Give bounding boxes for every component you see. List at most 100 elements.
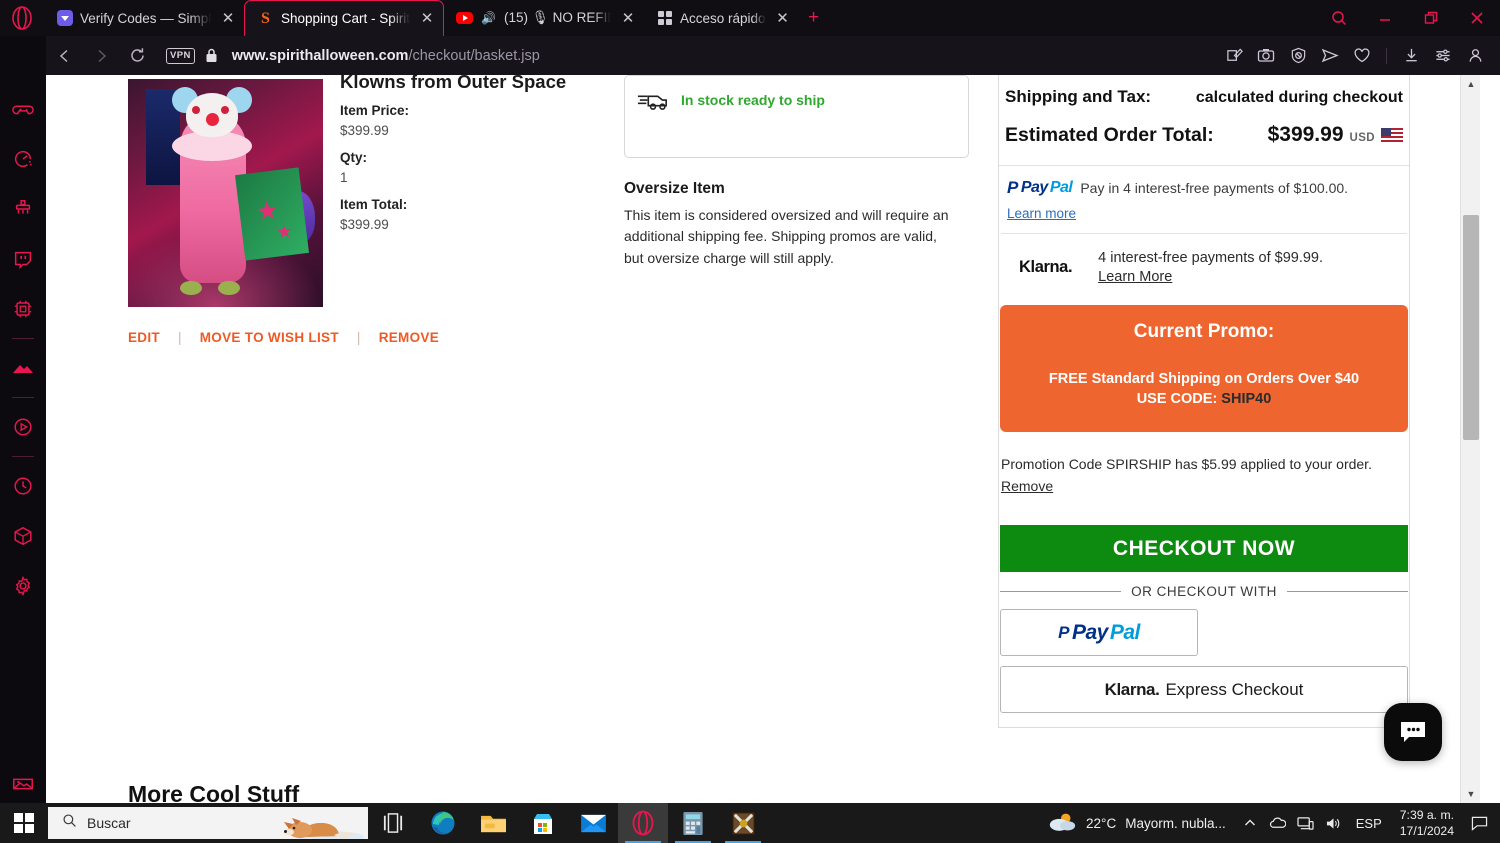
totals-block: Shipping and Tax: calculated during chec… [999,75,1409,165]
checkout-now-button[interactable]: CHECKOUT NOW [1000,525,1408,573]
microsoft-edge-icon[interactable] [418,803,468,843]
mail-icon[interactable] [568,803,618,843]
close-icon[interactable] [1454,1,1500,35]
adblock-shield-icon[interactable] [1283,41,1313,71]
chevron-up-icon[interactable] [1236,803,1264,843]
onedrive-icon[interactable] [1264,803,1292,843]
klarna-banner[interactable]: Klarna. 4 interest-free payments of $99.… [1001,233,1407,301]
qty-label: Qty: [340,150,367,165]
new-tab-button[interactable]: + [799,3,829,33]
windows-taskbar: Buscar 22°C Mayorm. nubla... ESP 7:39 a.… [0,803,1500,843]
network-icon[interactable] [1292,803,1320,843]
microsoft-store-icon[interactable] [518,803,568,843]
tab-strip: Verify Codes — SimplyCodes ✕ S Shopping … [0,0,1500,36]
url-text[interactable]: www.spirithalloween.com/checkout/basket.… [232,48,540,64]
player-icon[interactable] [0,402,46,452]
reload-icon[interactable] [120,41,154,71]
estimated-total-value-group: $399.99 USD [1268,123,1403,147]
page-scrollbar[interactable]: ▲ ▼ [1460,75,1480,803]
broom-icon[interactable] [0,184,46,234]
tab-youtube[interactable]: 🔊 (15) 🎙 NO REFINES EN ✕ [444,1,644,35]
move-to-wish-list-link[interactable]: MOVE TO WISH LIST [200,330,339,345]
paypal-paylater-banner[interactable]: P Pay Pal Pay in 4 interest-free payments … [999,165,1409,233]
klarna-logo-icon: Klarna. [1104,679,1160,699]
tab-close-icon[interactable]: ✕ [618,8,638,28]
easy-setup-icon[interactable] [1428,41,1458,71]
volume-icon[interactable] [1320,803,1348,843]
send-icon[interactable] [1315,41,1345,71]
remove-link[interactable]: REMOVE [379,330,439,345]
tab-audio-icon[interactable]: 🔊 [480,10,497,27]
search-icon[interactable] [1316,1,1362,35]
remove-promo-link[interactable]: Remove [1001,476,1407,498]
product-title[interactable]: Klowns from Outer Space [340,75,660,93]
task-view-icon[interactable] [368,803,418,843]
weather-widget[interactable]: 22°C Mayorm. nubla... [1037,811,1236,836]
tab-close-icon[interactable]: ✕ [773,8,793,28]
gx-corner-icon[interactable] [0,343,46,393]
klarna-express-label: Express Checkout [1165,679,1304,699]
camera-icon[interactable] [1251,41,1281,71]
chat-bubble-icon[interactable] [1384,703,1442,761]
scrollbar-thumb[interactable] [1463,215,1479,440]
game-icon[interactable] [718,803,768,843]
system-tray: 22°C Mayorm. nubla... ESP 7:39 a. m. 17/… [1037,803,1500,843]
klarna-learn-more-link[interactable]: Learn More [1098,269,1323,285]
image-gallery-icon[interactable] [0,759,46,809]
vpn-badge[interactable]: VPN [166,47,195,64]
tab-title: (15) 🎙 NO REFINES EN [504,10,611,25]
twitch-icon[interactable] [0,234,46,284]
tab-acceso-rapido[interactable]: Acceso rápido ✕ [644,1,799,35]
calculator-icon[interactable] [668,803,718,843]
shipping-truck-icon [637,90,669,117]
paypal-logo-icon: P Pay Pal [1007,178,1073,197]
stock-status-box: In stock ready to ship [624,75,969,158]
currency-code: USD [1349,132,1375,144]
windows-start-icon[interactable] [0,803,48,843]
minimize-icon[interactable] [1362,1,1408,35]
cpu-limiter-icon[interactable] [0,284,46,334]
language-indicator[interactable]: ESP [1348,816,1390,831]
clock-date: 17/1/2024 [1399,824,1454,838]
search-icon [62,813,77,833]
spirit-halloween-icon: S [261,9,270,27]
download-icon[interactable] [1396,41,1426,71]
opera-gx-icon[interactable] [618,803,668,843]
browser-sidebar: ••• [0,36,46,843]
taskbar-clock[interactable]: 7:39 a. m. 17/1/2024 [1390,807,1464,840]
tab-close-icon[interactable]: ✕ [218,8,238,28]
paypal-checkout-button[interactable]: P Pay Pal [1000,609,1198,657]
settings-gear-icon[interactable] [0,561,46,611]
current-promo-box: Current Promo: FREE Standard Shipping on… [1000,305,1408,432]
weather-temperature: 22°C [1086,815,1117,831]
edit-link[interactable]: EDIT [128,330,160,345]
item-total-value: $399.99 [340,217,389,232]
product-image[interactable] [128,79,323,307]
product-details: Item Price: $399.99 Qty: 1 Item Total: $… [340,103,640,244]
tab-shopping-cart[interactable]: S Shopping Cart - Spirithalloween ✕ [244,0,444,36]
paypal-learn-more-link[interactable]: Learn more [1007,206,1401,221]
estimated-total-label: Estimated Order Total: [1005,124,1214,146]
package-icon[interactable] [0,511,46,561]
history-clock-icon[interactable] [0,461,46,511]
restore-icon[interactable] [1408,1,1454,35]
edit-snapshot-icon[interactable] [1219,41,1249,71]
klarna-express-checkout-button[interactable]: Klarna. Express Checkout [1000,666,1408,714]
profile-icon[interactable] [1460,41,1490,71]
tab-close-icon[interactable]: ✕ [417,9,437,29]
shopping-cart-page: Klowns from Outer Space Item Price: $399… [46,75,1480,803]
scroll-down-icon[interactable]: ▼ [1461,785,1481,803]
separator: | [177,330,182,345]
scroll-up-icon[interactable]: ▲ [1461,75,1481,93]
gx-cleaner-icon[interactable] [0,134,46,184]
file-explorer-icon[interactable] [468,803,518,843]
url-path: /checkout/basket.jsp [408,47,540,64]
heart-icon[interactable] [1347,41,1377,71]
padlock-icon[interactable] [205,48,218,63]
tab-verify-codes[interactable]: Verify Codes — SimplyCodes ✕ [44,1,244,35]
back-arrow-icon[interactable] [48,41,82,71]
gamepad-icon[interactable] [0,84,46,134]
divider-line [1000,591,1122,593]
taskbar-search-box[interactable]: Buscar [48,807,368,839]
notification-icon[interactable] [1464,803,1494,843]
